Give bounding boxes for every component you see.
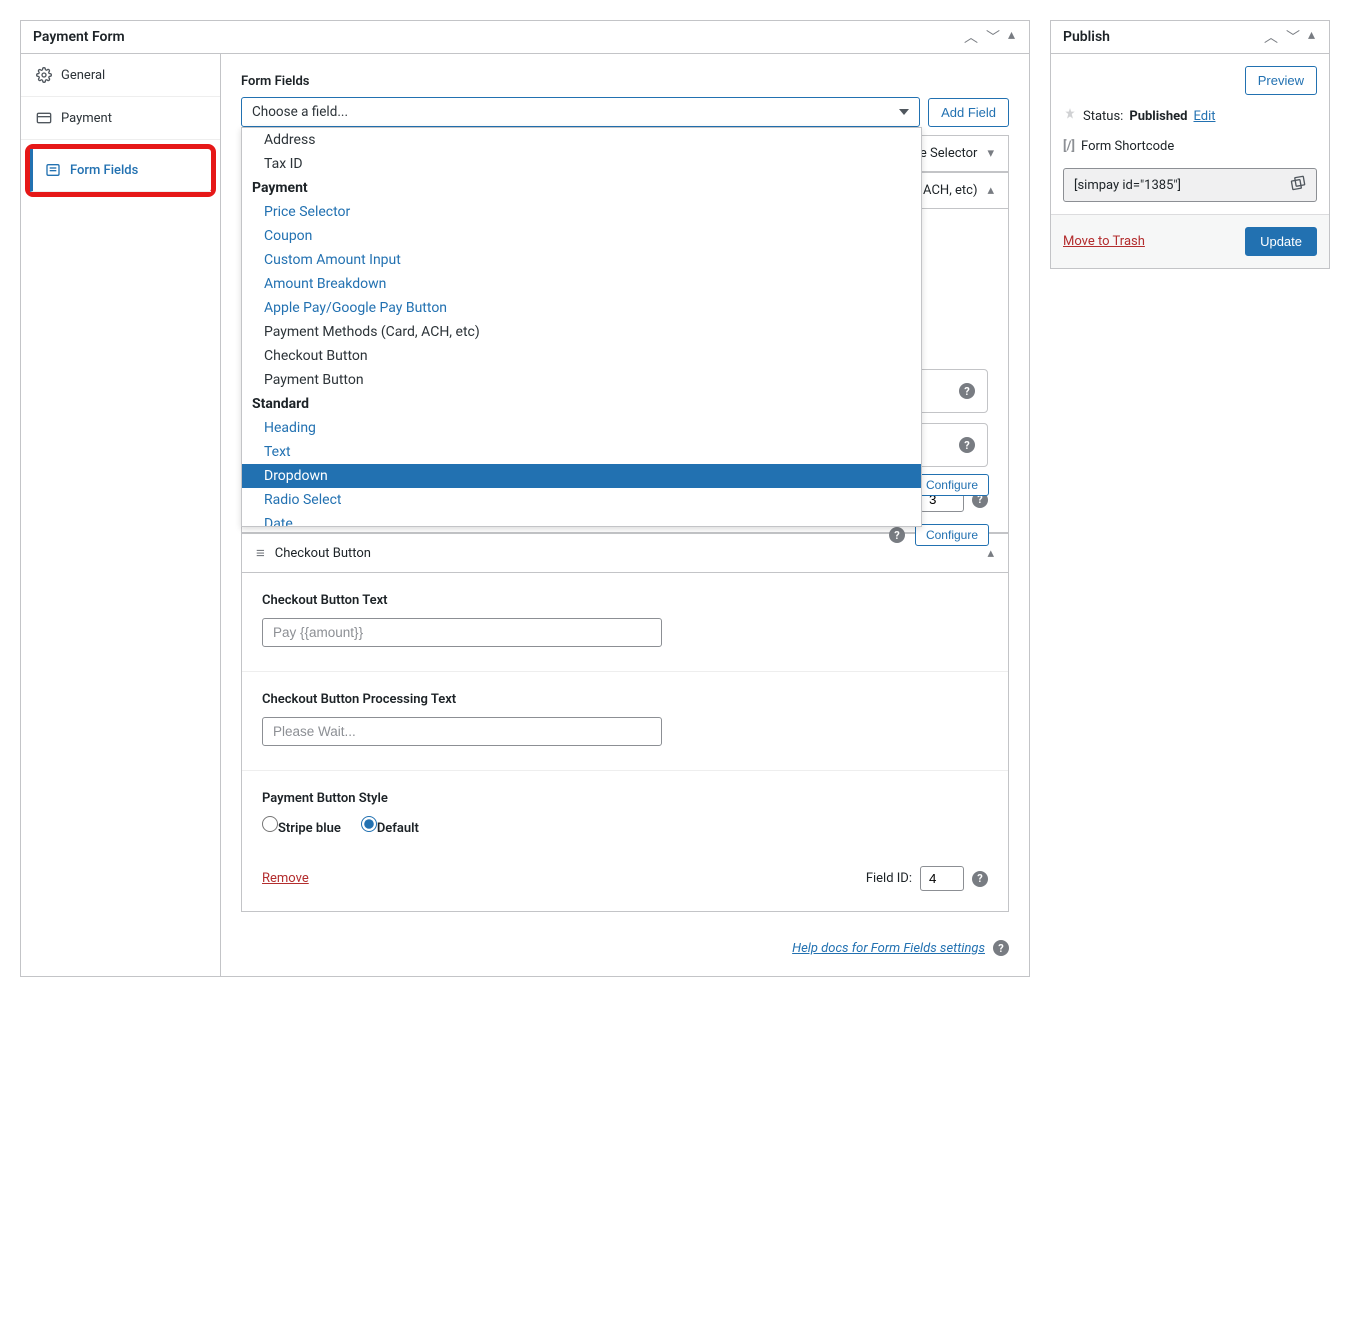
shortcode-box[interactable]: [simpay id="1385"] — [1063, 168, 1317, 202]
button-style-label: Payment Button Style — [262, 791, 988, 806]
radio-input[interactable] — [361, 816, 377, 832]
checkout-text-input[interactable] — [262, 618, 662, 647]
publish-box: Publish ︿ ﹀ ▴ Preview Status: Published — [1050, 20, 1330, 269]
move-down-icon[interactable]: ﹀ — [984, 25, 1002, 49]
gear-icon — [35, 66, 53, 84]
status-value: Published — [1129, 109, 1187, 124]
dropdown-item[interactable]: Payment Methods (Card, ACH, etc) — [242, 320, 921, 344]
dropdown-item[interactable]: Text — [242, 440, 921, 464]
copy-icon[interactable] — [1290, 175, 1306, 195]
add-field-button[interactable]: Add Field — [928, 98, 1009, 127]
select-placeholder: Choose a field... — [252, 104, 348, 120]
configure-button[interactable]: Configure — [915, 524, 989, 546]
preview-button[interactable]: Preview — [1245, 66, 1317, 95]
dropdown-item[interactable]: Date — [242, 512, 921, 527]
dropdown-group-label: Standard — [242, 392, 921, 416]
sidebar-tabs: General Payment Form Fields — [21, 54, 221, 976]
dropdown-item[interactable]: Address — [242, 128, 921, 152]
field-id-input[interactable] — [920, 866, 964, 891]
collapse-icon[interactable]: ▴ — [1306, 25, 1317, 49]
checkout-button-body: Checkout Button Text Checkout Button Pro… — [241, 572, 1009, 912]
radio-option[interactable]: Stripe blue — [262, 816, 341, 836]
pin-icon — [1063, 107, 1077, 125]
dropdown-item[interactable]: Radio Select — [242, 488, 921, 512]
radio-option[interactable]: Default — [361, 816, 419, 836]
move-down-icon[interactable]: ﹀ — [1284, 25, 1302, 49]
tab-payment[interactable]: Payment — [21, 97, 220, 140]
tab-label: Form Fields — [70, 163, 138, 178]
expand-icon[interactable]: ▾ — [987, 146, 994, 161]
field-dropdown[interactable]: AddressTax IDPaymentPrice SelectorCoupon… — [241, 127, 922, 527]
dropdown-item[interactable]: Tax ID — [242, 152, 921, 176]
help-icon[interactable]: ? — [889, 527, 905, 543]
tab-form-fields[interactable]: Form Fields — [30, 149, 211, 192]
processing-text-input[interactable] — [262, 717, 662, 746]
collapse-icon[interactable]: ▴ — [1006, 25, 1017, 49]
field-select[interactable]: Choose a field... — [241, 97, 920, 127]
section-label: Form Fields — [241, 74, 1009, 89]
help-icon[interactable]: ? — [972, 871, 988, 887]
collapse-icon[interactable]: ▴ — [987, 546, 994, 561]
dropdown-item[interactable]: Heading — [242, 416, 921, 440]
move-up-icon[interactable]: ︿ — [1262, 25, 1280, 49]
highlight-box: Form Fields — [25, 144, 216, 197]
dropdown-item[interactable]: Dropdown — [242, 464, 921, 488]
help-icon[interactable]: ? — [993, 940, 1009, 956]
code-icon: [/] — [1063, 139, 1075, 154]
edit-status-link[interactable]: Edit — [1193, 109, 1215, 124]
form-icon — [44, 161, 62, 179]
shortcode-value: [simpay id="1385"] — [1074, 178, 1181, 193]
publish-title: Publish — [1063, 21, 1110, 53]
dropdown-item[interactable]: Coupon — [242, 224, 921, 248]
payment-form-header: Payment Form ︿ ﹀ ▴ — [21, 21, 1029, 54]
help-icon[interactable]: ? — [959, 383, 975, 399]
payment-form-box: Payment Form ︿ ﹀ ▴ General — [20, 20, 1030, 977]
panel-title: Payment Form — [33, 21, 125, 53]
content-area: Form Fields Choose a field... AddressTax… — [221, 54, 1029, 976]
tab-general[interactable]: General — [21, 54, 220, 97]
radio-input[interactable] — [262, 816, 278, 832]
dropdown-item[interactable]: Custom Amount Input — [242, 248, 921, 272]
shortcode-label: Form Shortcode — [1081, 139, 1174, 154]
radio-label: Default — [377, 821, 419, 836]
drag-handle-icon[interactable]: ≡ — [256, 544, 265, 562]
help-icon[interactable]: ? — [959, 437, 975, 453]
dropdown-item[interactable]: Price Selector — [242, 200, 921, 224]
remove-link[interactable]: Remove — [262, 871, 309, 886]
dropdown-item[interactable]: Payment Button — [242, 368, 921, 392]
checkout-button-title: Checkout Button — [275, 546, 371, 561]
radio-label: Stripe blue — [278, 821, 341, 836]
tab-label: Payment — [61, 111, 112, 126]
field-id-label: Field ID: — [866, 871, 912, 886]
status-label: Status: — [1083, 109, 1123, 124]
dropdown-item[interactable]: Apple Pay/Google Pay Button — [242, 296, 921, 320]
help-docs-link[interactable]: Help docs for Form Fields settings — [792, 941, 985, 956]
processing-text-label: Checkout Button Processing Text — [262, 692, 988, 707]
dropdown-item[interactable]: Checkout Button — [242, 344, 921, 368]
update-button[interactable]: Update — [1245, 227, 1317, 256]
card-icon — [35, 109, 53, 127]
dropdown-group-label: Payment — [242, 176, 921, 200]
move-to-trash-link[interactable]: Move to Trash — [1063, 234, 1145, 249]
tab-label: General — [61, 68, 105, 83]
move-up-icon[interactable]: ︿ — [962, 25, 980, 49]
dropdown-item[interactable]: Amount Breakdown — [242, 272, 921, 296]
collapse-icon[interactable]: ▴ — [987, 183, 994, 198]
checkout-text-label: Checkout Button Text — [262, 593, 988, 608]
publish-header: Publish ︿ ﹀ ▴ — [1051, 21, 1329, 54]
configure-button[interactable]: Configure — [915, 474, 989, 496]
